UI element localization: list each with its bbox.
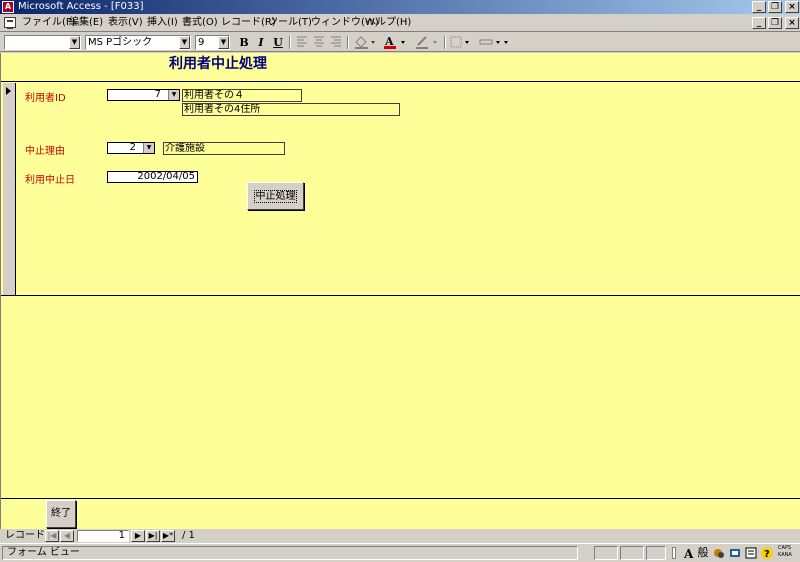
caps-indicator: CAPS — [778, 545, 792, 551]
menu-bar: ファイル(F) 編集(E) 表示(V) 挿入(I) 書式(O) レコード(R) … — [0, 14, 800, 32]
ime-caps-kana-indicator: CAPS KANA — [778, 545, 792, 559]
svg-text:A: A — [683, 547, 694, 561]
toolbar-separator — [444, 36, 446, 49]
fill-color-icon[interactable] — [353, 35, 377, 50]
last-record-button[interactable]: ▶| — [146, 530, 160, 542]
close-form-button[interactable]: 終了 — [46, 500, 76, 528]
status-indicator-panel — [646, 546, 666, 560]
line-color-icon[interactable] — [414, 35, 440, 50]
stop-reason-combo[interactable]: 2 ▼ — [107, 142, 155, 154]
record-total: / 1 — [182, 530, 195, 541]
title-bar: A Microsoft Access - [F033] _ ❐ × — [0, 0, 800, 14]
toolbar-separator — [347, 36, 349, 49]
border-width-icon[interactable] — [449, 35, 473, 50]
section-divider — [1, 81, 800, 82]
font-color-icon[interactable]: A — [382, 35, 408, 50]
ime-tools-icon[interactable] — [712, 545, 726, 561]
user-name-field[interactable]: 利用者その４ — [182, 89, 302, 102]
chevron-down-icon[interactable]: ▼ — [69, 36, 80, 49]
svg-text:?: ? — [764, 549, 770, 560]
align-center-icon[interactable] — [311, 35, 327, 50]
font-size-value: 9 — [198, 37, 205, 48]
ime-toolbar-handle[interactable] — [669, 545, 683, 561]
app-close-button[interactable]: × — [785, 1, 799, 13]
menu-insert[interactable]: 挿入(I) — [147, 16, 178, 30]
form-minimize-button[interactable]: _ — [752, 17, 766, 29]
italic-button[interactable]: I — [253, 35, 269, 50]
kana-indicator: KANA — [778, 552, 792, 558]
user-id-label: 利用者ID — [25, 93, 66, 104]
status-bar: フォーム ビュー A 般 ? CAPS KANA — [0, 543, 800, 562]
ime-conversion-mode[interactable]: 般 — [696, 545, 710, 561]
special-effect-icon[interactable] — [478, 35, 512, 50]
status-indicator-panel — [620, 546, 644, 560]
stop-date-field[interactable]: 2002/04/05 — [107, 171, 198, 183]
form-restore-button[interactable]: ❐ — [768, 17, 782, 29]
new-record-button[interactable]: ▶* — [161, 530, 175, 542]
ime-input-mode-icon[interactable]: A — [683, 545, 697, 561]
font-name-value: MS Pゴシック — [88, 37, 153, 48]
form-close-button[interactable]: × — [785, 17, 799, 29]
app-minimize-button[interactable]: _ — [752, 1, 766, 13]
font-size-combo[interactable]: 9 ▼ — [195, 35, 230, 50]
window-title: Microsoft Access - [F033] — [18, 1, 144, 12]
bold-button[interactable]: B — [236, 35, 252, 50]
chevron-down-icon[interactable]: ▼ — [168, 90, 179, 100]
stop-process-label: 中止処理 — [254, 190, 297, 203]
status-message-panel: フォーム ビュー — [2, 546, 578, 560]
menu-file[interactable]: ファイル(F) — [22, 16, 76, 30]
footer-divider — [1, 498, 800, 499]
first-record-button[interactable]: |◀ — [45, 530, 59, 542]
status-indicator-panel — [594, 546, 618, 560]
section-divider — [1, 295, 800, 296]
ime-pad-icon[interactable] — [728, 545, 742, 561]
chevron-down-icon[interactable]: ▼ — [143, 143, 154, 153]
record-label: レコード: — [5, 530, 49, 541]
user-id-value: 7 — [154, 89, 161, 100]
menu-view[interactable]: 表示(V) — [108, 16, 143, 30]
next-record-button[interactable]: ▶ — [131, 530, 145, 542]
form-control-menu-icon[interactable] — [4, 17, 16, 29]
toolbar-separator — [289, 36, 291, 49]
stop-process-button[interactable]: 中止処理 — [247, 182, 304, 210]
form-detail-area: 利用者中止処理 利用者ID 7 ▼ 利用者その４ 利用者その4住所 中止理由 2… — [0, 53, 800, 529]
chevron-down-icon[interactable]: ▼ — [179, 36, 190, 49]
object-combo[interactable]: ▼ — [4, 35, 81, 50]
record-number-input[interactable]: 1 — [77, 530, 129, 542]
chevron-down-icon[interactable]: ▼ — [218, 36, 229, 49]
user-id-combo[interactable]: 7 ▼ — [107, 89, 180, 101]
menu-help[interactable]: ヘルプ(H) — [366, 16, 411, 30]
align-right-icon[interactable] — [328, 35, 344, 50]
user-address-field[interactable]: 利用者その4住所 — [182, 103, 400, 116]
menu-edit[interactable]: 編集(E) — [69, 16, 103, 30]
font-name-combo[interactable]: MS Pゴシック ▼ — [85, 35, 191, 50]
ime-help-icon[interactable]: ? — [760, 545, 774, 561]
underline-button[interactable]: U — [270, 35, 286, 50]
stop-reason-value: 2 — [129, 142, 136, 153]
stop-reason-label: 中止理由 — [25, 146, 65, 157]
access-app-icon[interactable]: A — [2, 1, 14, 13]
formatting-toolbar: ▼ MS Pゴシック ▼ 9 ▼ B I U A — [0, 33, 800, 52]
align-left-icon[interactable] — [294, 35, 310, 50]
status-text: フォーム ビュー — [7, 547, 80, 558]
ime-dictionary-icon[interactable] — [744, 545, 758, 561]
prev-record-button[interactable]: ◀ — [60, 530, 74, 542]
menu-format[interactable]: 書式(O) — [182, 16, 218, 30]
stop-reason-text[interactable]: 介護施設 — [163, 142, 285, 155]
record-navigation-bar: レコード: |◀ ◀ 1 ▶ ▶| ▶* / 1 — [0, 529, 800, 543]
app-restore-button[interactable]: ❐ — [768, 1, 782, 13]
stop-date-label: 利用中止日 — [25, 175, 75, 186]
record-pointer-icon — [6, 87, 11, 95]
menu-tools[interactable]: ツール(T) — [268, 16, 312, 30]
form-title: 利用者中止処理 — [169, 56, 267, 72]
record-selector[interactable] — [3, 83, 16, 296]
